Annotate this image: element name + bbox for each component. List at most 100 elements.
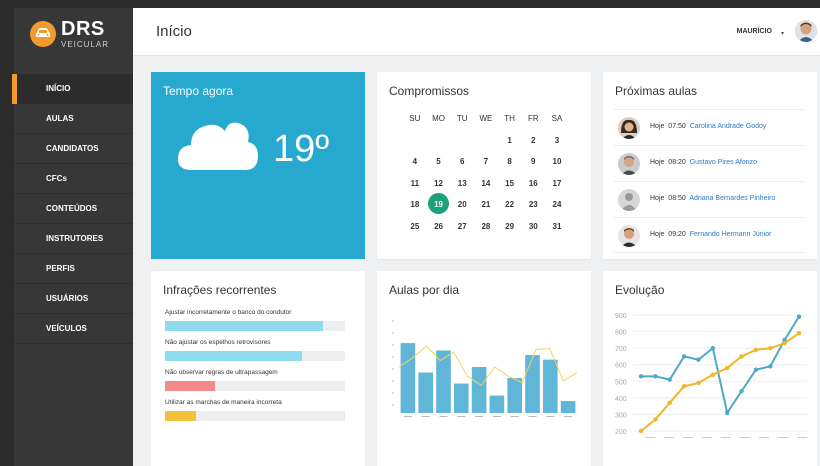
infraction-label: Utilizar as marchas de maneira incorreta	[165, 399, 282, 406]
logo-subtitle: VEICULAR	[61, 40, 110, 49]
calendar-day[interactable]: 29	[498, 222, 522, 231]
calendar-week: 25 26 27 28 29 30 31	[403, 216, 569, 238]
sidebar-nav: INÍCIO AULAS CANDIDATOS CFCs CONTEÚDOS I…	[12, 74, 133, 344]
calendar-day[interactable]: 14	[474, 179, 498, 188]
calendar-day[interactable]: 23	[521, 200, 545, 209]
data-point	[710, 345, 716, 351]
calendar-day[interactable]: 30	[521, 222, 545, 231]
avatar	[618, 225, 640, 247]
y-tick-label: 300	[615, 412, 627, 419]
calendar-grid: SU MO TU WE TH FR SA 1 2 3 4 5 6 7 8 9 10 11 12 13 14…	[403, 108, 569, 237]
calendar-day[interactable]: 18	[403, 200, 427, 209]
sidebar-item-usuarios[interactable]: USUÁRIOS	[14, 284, 133, 314]
calendar-day[interactable]: 9	[521, 157, 545, 166]
infraction-bar-fill	[165, 321, 324, 331]
lesson-info: Hoje 07:50 Carolina Andrade Godoy	[650, 123, 766, 130]
calendar-day[interactable]: 21	[474, 200, 498, 209]
infractions-title: Infrações recorrentes	[163, 283, 277, 297]
lesson-time: 07:50	[668, 123, 686, 130]
sidebar-item-inicio[interactable]: INÍCIO	[12, 74, 133, 104]
lesson-name[interactable]: Gustavo Pires Afonzo	[690, 159, 757, 166]
calendar-day[interactable]: 25	[403, 222, 427, 231]
infractions-card: Infrações recorrentes Ajustar incorretam…	[151, 271, 365, 466]
chart-title: Evolução	[615, 283, 665, 297]
infraction-label: Não observar regras de ultrapassagem	[165, 369, 278, 376]
calendar-day[interactable]: 13	[450, 179, 474, 188]
user-menu[interactable]: MAURÍCIO	[737, 28, 772, 35]
temperature: 19º	[273, 128, 330, 170]
bar	[471, 367, 487, 413]
infraction-label: Ajustar incorretamente o banco do condut…	[165, 309, 292, 316]
axis-tick	[392, 332, 394, 334]
data-point	[710, 372, 716, 377]
avatar[interactable]	[795, 20, 817, 42]
calendar-day[interactable]: 10	[545, 157, 569, 166]
evolution-card: Evolução 900 800 700 600 500 400 300 200	[603, 271, 817, 466]
data-point	[667, 377, 672, 382]
sidebar-item-aulas[interactable]: AULAS	[14, 104, 133, 134]
bar	[560, 401, 576, 413]
calendar-day[interactable]: 8	[498, 157, 522, 166]
data-point	[739, 389, 744, 394]
infraction-bar-fill	[165, 381, 216, 391]
lesson-item[interactable]: Hoje 08:20 Gustavo Pires Afonzo	[614, 145, 804, 181]
lesson-name[interactable]: Fernando Hermann Júnior	[690, 231, 772, 238]
calendar-day[interactable]: 31	[545, 222, 569, 231]
sidebar-item-conteudos[interactable]: CONTEÚDOS	[14, 194, 133, 224]
lesson-day: Hoje	[650, 195, 665, 202]
calendar-day[interactable]: 7	[474, 157, 498, 166]
bar	[436, 350, 451, 413]
bar	[454, 383, 469, 413]
data-point	[796, 331, 802, 336]
calendar-day[interactable]: 3	[545, 136, 569, 145]
lesson-info: Hoje 09:20 Fernando Hermann Júnior	[650, 231, 771, 238]
axis-tick	[392, 368, 394, 370]
bar	[543, 359, 558, 413]
sidebar-item-perfis[interactable]: PERFIS	[14, 254, 133, 284]
calendar-day[interactable]: 1	[498, 136, 522, 145]
lesson-item[interactable]: Hoje 09:20 Fernando Hermann Júnior	[614, 217, 804, 253]
sidebar-item-candidatos[interactable]: CANDIDATOS	[14, 134, 133, 164]
y-tick-label: 500	[615, 379, 627, 386]
lesson-day: Hoje	[650, 123, 665, 130]
calendar-day[interactable]: 24	[545, 200, 569, 209]
calendar-day[interactable]: 17	[545, 179, 569, 188]
calendar-day[interactable]: 20	[450, 200, 474, 209]
calendar-day[interactable]: 6	[450, 157, 474, 166]
infraction-item: Não ajustar os espelhos retrovisores	[165, 339, 345, 361]
calendar-week: 123	[403, 130, 569, 152]
lesson-name[interactable]: Carolina Andrade Godoy	[690, 123, 767, 130]
lesson-name[interactable]: Adriana Bernardes Pinheiro	[689, 195, 775, 202]
chevron-down-icon[interactable]: ▾	[781, 30, 784, 37]
lesson-time: 09:20	[668, 231, 686, 238]
lesson-item[interactable]: Hoje 08:50 Adriana Bernardes Pinheiro	[614, 181, 804, 217]
calendar-day[interactable]: 16	[521, 179, 545, 188]
infraction-bar-track	[165, 351, 345, 361]
infraction-label: Não ajustar os espelhos retrovisores	[165, 339, 271, 346]
calendar-day[interactable]: 15	[498, 179, 522, 188]
weekday-label: SU	[409, 114, 421, 124]
infraction-item: Ajustar incorretamente o banco do condut…	[165, 309, 345, 331]
calendar-day[interactable]: 12	[427, 179, 451, 188]
sidebar-item-veiculos[interactable]: VEÍCULOS	[14, 314, 133, 344]
lesson-item[interactable]: Hoje 07:50 Carolina Andrade Godoy	[614, 109, 804, 145]
sidebar-item-instrutores[interactable]: INSTRUTORES	[14, 224, 133, 254]
page-title: Início	[156, 23, 192, 40]
calendar-day[interactable]: 2	[521, 136, 545, 145]
top-header: Início MAURÍCIO ▾	[133, 8, 820, 56]
calendar-day[interactable]: 11	[403, 179, 427, 188]
calendar-day[interactable]: 22	[498, 200, 522, 209]
x-tick-label	[510, 416, 519, 417]
data-point	[653, 374, 658, 379]
infraction-bar-track	[165, 321, 345, 331]
calendar-day[interactable]: 26	[427, 222, 451, 231]
calendar-day-today[interactable]: 19	[427, 193, 451, 215]
weather-card: Tempo agora 19º	[151, 72, 365, 259]
sidebar-item-cfcs[interactable]: CFCs	[14, 164, 133, 194]
data-point	[768, 364, 773, 369]
bar	[489, 395, 505, 413]
calendar-day[interactable]: 4	[403, 157, 427, 166]
calendar-day[interactable]: 28	[474, 222, 498, 231]
calendar-day[interactable]: 27	[450, 222, 474, 231]
calendar-day[interactable]: 5	[427, 157, 451, 166]
